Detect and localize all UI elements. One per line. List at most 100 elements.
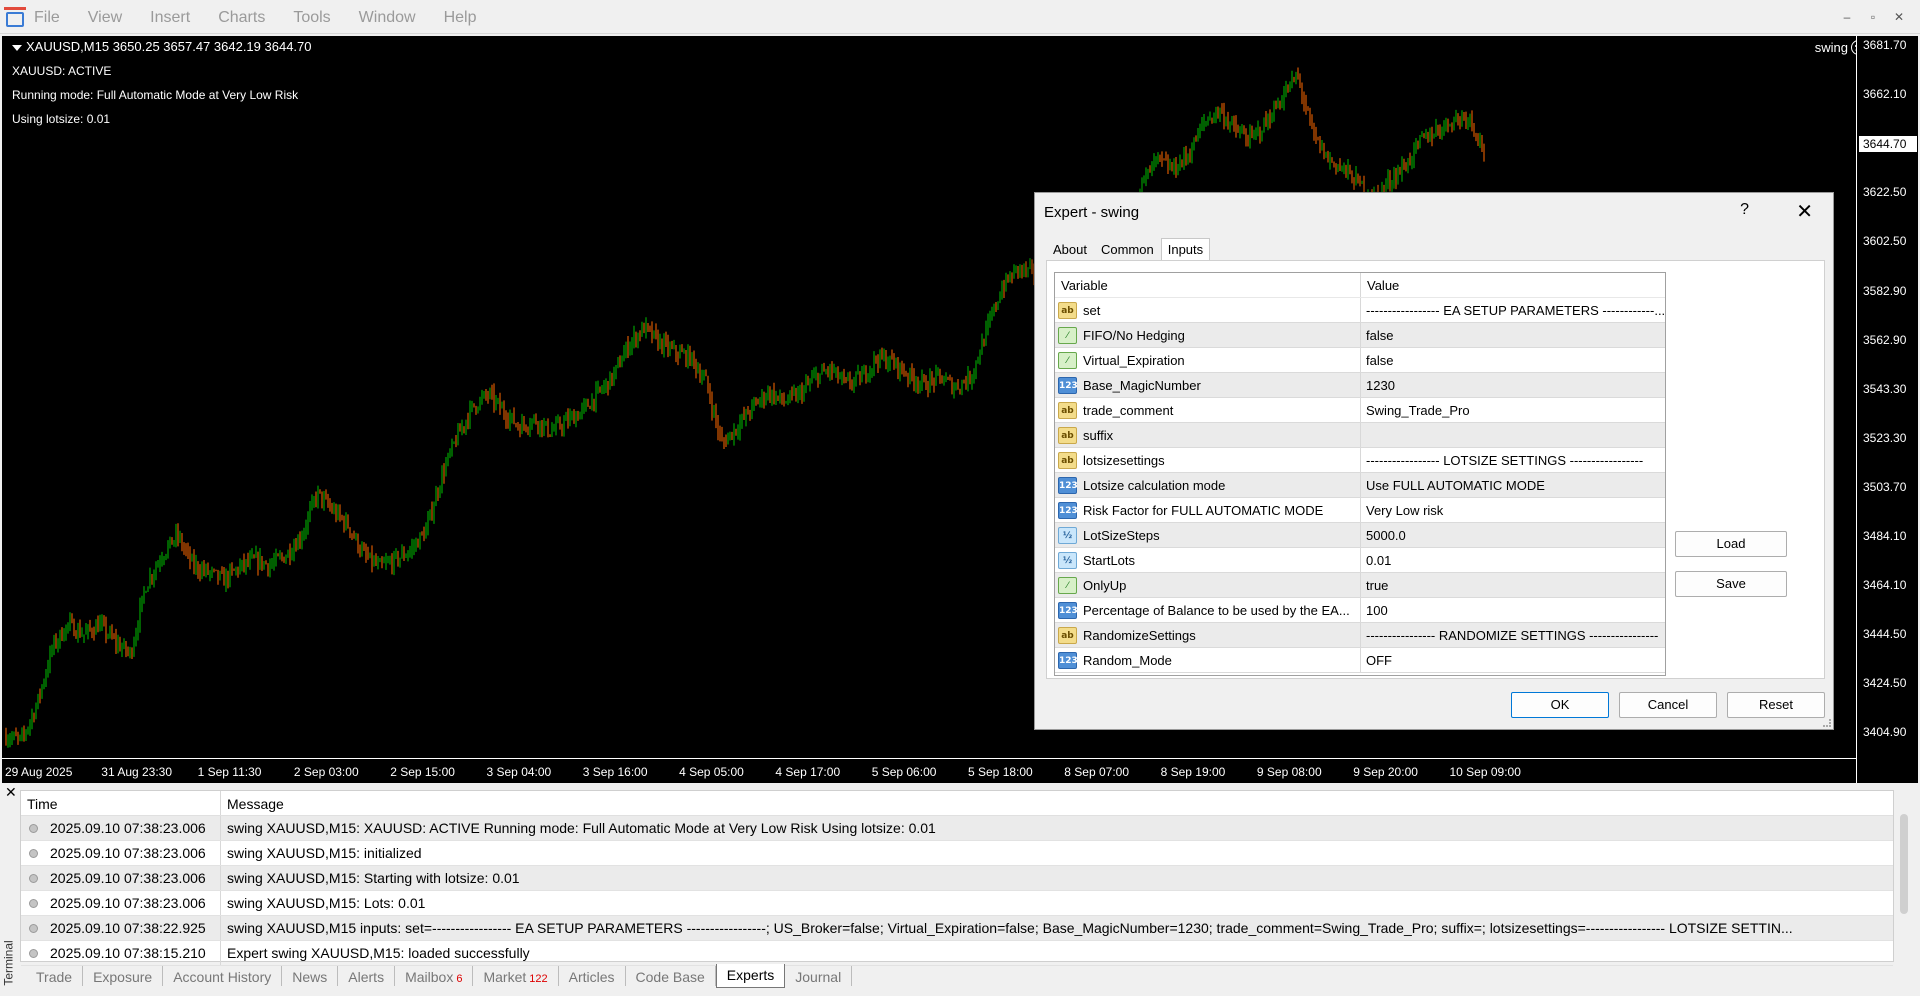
- time-axis[interactable]: 29 Aug 2025 31 Aug 23:30 1 Sep 11:30 2 Sep …: [2, 758, 1856, 783]
- log-time-cell: 2025.09.10 07:38:23.006: [21, 841, 221, 865]
- menu-help[interactable]: Help: [444, 9, 477, 27]
- tab-exposure[interactable]: Exposure: [83, 966, 164, 986]
- log-row[interactable]: 2025.09.10 07:38:15.210 Expert swing XAUU…: [21, 941, 1893, 966]
- caption-dropdown-icon[interactable]: [12, 44, 22, 51]
- input-row[interactable]: ab trade_comment Swing_Trade_Pro: [1055, 398, 1665, 423]
- close-window-icon[interactable]: ✕: [1886, 10, 1912, 24]
- input-value-cell[interactable]: ----------------- EA SETUP PARAMETERS --…: [1361, 298, 1665, 322]
- input-row[interactable]: ⁄ FIFO/No Hedging false: [1055, 323, 1665, 348]
- input-variable-cell[interactable]: 123 Random_Mode: [1055, 648, 1361, 672]
- tab-inputs[interactable]: Inputs: [1160, 238, 1211, 260]
- help-icon[interactable]: ?: [1740, 201, 1749, 219]
- input-value-cell[interactable]: 100: [1361, 598, 1665, 622]
- input-value-cell[interactable]: false: [1361, 348, 1665, 372]
- price-tick-label: 3543.30: [1863, 381, 1907, 396]
- app-logo-icon[interactable]: [4, 7, 26, 27]
- input-row[interactable]: ½ StartLots 0.01: [1055, 548, 1665, 573]
- column-variable[interactable]: Variable: [1055, 273, 1361, 297]
- log-row[interactable]: 2025.09.10 07:38:23.006 swing XAUUSD,M15:…: [21, 891, 1893, 916]
- bool-type-icon: ⁄: [1058, 326, 1077, 344]
- input-row[interactable]: 123 Risk Factor for FULL AUTOMATIC MODE Ve…: [1055, 498, 1665, 523]
- menu-window[interactable]: Window: [359, 9, 416, 27]
- input-row[interactable]: 123 Percentage of Balance to be used by t…: [1055, 598, 1665, 623]
- input-variable-cell[interactable]: ½ LotSizeSteps: [1055, 523, 1361, 547]
- tab-journal[interactable]: Journal: [785, 966, 853, 986]
- input-value-cell[interactable]: OFF: [1361, 648, 1665, 672]
- restore-icon[interactable]: ▫: [1860, 10, 1886, 24]
- input-row[interactable]: 123 Random_Mode OFF: [1055, 648, 1665, 673]
- tab-articles[interactable]: Articles: [559, 966, 626, 986]
- minimize-icon[interactable]: –: [1834, 10, 1860, 24]
- input-value-cell[interactable]: [1361, 423, 1665, 447]
- log-row[interactable]: 2025.09.10 07:38:23.006 swing XAUUSD,M15:…: [21, 866, 1893, 891]
- input-value-cell[interactable]: ----------------- LOTSIZE SETTINGS -----…: [1361, 448, 1665, 472]
- menu-file[interactable]: File: [34, 9, 60, 27]
- menu-view[interactable]: View: [88, 9, 122, 27]
- input-value-cell[interactable]: 5000.0: [1361, 523, 1665, 547]
- log-info-icon: [29, 898, 38, 908]
- input-row[interactable]: 123 Base_MagicNumber 1230: [1055, 373, 1665, 398]
- terminal-close-icon[interactable]: ✕: [5, 784, 17, 801]
- tab-alerts[interactable]: Alerts: [338, 966, 396, 986]
- input-variable-cell[interactable]: ½ StartLots: [1055, 548, 1361, 572]
- menu-charts[interactable]: Charts: [218, 9, 265, 27]
- input-variable-cell[interactable]: ab suffix: [1055, 423, 1361, 447]
- input-value-cell[interactable]: Use FULL AUTOMATIC MODE: [1361, 473, 1665, 497]
- input-row[interactable]: ⁄ OnlyUp true: [1055, 573, 1665, 598]
- load-button[interactable]: Load: [1675, 531, 1787, 557]
- tab-market[interactable]: Market 122: [473, 966, 559, 986]
- close-icon[interactable]: ✕: [1796, 199, 1813, 224]
- input-value-cell[interactable]: Very Low risk: [1361, 498, 1665, 522]
- tab-experts[interactable]: Experts: [715, 964, 786, 988]
- reset-button[interactable]: Reset: [1727, 692, 1825, 718]
- column-time[interactable]: Time: [21, 791, 221, 815]
- input-variable-cell[interactable]: ⁄ Virtual_Expiration: [1055, 348, 1361, 372]
- input-value-cell[interactable]: Swing_Trade_Pro: [1361, 398, 1665, 422]
- resize-grip-icon[interactable]: [1823, 719, 1831, 727]
- input-value-cell[interactable]: false: [1361, 323, 1665, 347]
- input-variable-cell[interactable]: 123 Base_MagicNumber: [1055, 373, 1361, 397]
- save-button[interactable]: Save: [1675, 571, 1787, 597]
- input-row[interactable]: ab set ----------------- EA SETUP PARAMETE…: [1055, 298, 1665, 323]
- input-value-cell[interactable]: 0.01: [1361, 548, 1665, 572]
- scrollbar-thumb[interactable]: [1900, 814, 1908, 914]
- input-row[interactable]: ab suffix: [1055, 423, 1665, 448]
- menu-tools[interactable]: Tools: [293, 9, 330, 27]
- input-row[interactable]: ½ LotSizeSteps 5000.0: [1055, 523, 1665, 548]
- tab-mailbox[interactable]: Mailbox 6: [395, 966, 474, 986]
- input-row[interactable]: ab lotsizesettings ----------------- LOTSI…: [1055, 448, 1665, 473]
- input-variable-cell[interactable]: 123 Risk Factor for FULL AUTOMATIC MODE: [1055, 498, 1361, 522]
- column-value[interactable]: Value: [1361, 273, 1405, 297]
- input-variable-cell[interactable]: 123 Percentage of Balance to be used by t…: [1055, 598, 1361, 622]
- input-row[interactable]: 123 Lotsize calculation mode Use FULL AUTO…: [1055, 473, 1665, 498]
- tab-about[interactable]: About: [1046, 238, 1094, 260]
- log-row[interactable]: 2025.09.10 07:38:23.006 swing XAUUSD,M15:…: [21, 816, 1893, 841]
- input-variable-cell[interactable]: ⁄ FIFO/No Hedging: [1055, 323, 1361, 347]
- tab-code-base[interactable]: Code Base: [626, 966, 716, 986]
- log-scrollbar[interactable]: [1896, 790, 1914, 962]
- time-tick-label: 9 Sep 20:00: [1353, 765, 1418, 779]
- column-message[interactable]: Message: [221, 791, 1893, 815]
- input-variable-cell[interactable]: ab RandomizeSettings: [1055, 623, 1361, 647]
- input-variable-cell[interactable]: ab lotsizesettings: [1055, 448, 1361, 472]
- ea-name-label[interactable]: swing: [1815, 40, 1848, 55]
- tab-common[interactable]: Common: [1094, 238, 1161, 260]
- price-axis[interactable]: 3681.70 3662.10 3622.50 3602.50 3582.90 3562.…: [1856, 36, 1918, 783]
- input-value-cell[interactable]: true: [1361, 573, 1665, 597]
- input-value-cell[interactable]: ---------------- RANDOMIZE SETTINGS ----…: [1361, 623, 1665, 647]
- menu-insert[interactable]: Insert: [150, 9, 190, 27]
- input-variable-cell[interactable]: ab trade_comment: [1055, 398, 1361, 422]
- input-variable-cell[interactable]: 123 Lotsize calculation mode: [1055, 473, 1361, 497]
- input-value-cell[interactable]: 1230: [1361, 373, 1665, 397]
- input-row[interactable]: ⁄ Virtual_Expiration false: [1055, 348, 1665, 373]
- cancel-button[interactable]: Cancel: [1619, 692, 1717, 718]
- log-row[interactable]: 2025.09.10 07:38:22.925 swing XAUUSD,M15 …: [21, 916, 1893, 941]
- tab-trade[interactable]: Trade: [26, 966, 84, 986]
- input-row[interactable]: ab RandomizeSettings ---------------- RAND…: [1055, 623, 1665, 648]
- tab-account-history[interactable]: Account History: [163, 966, 283, 986]
- log-row[interactable]: 2025.09.10 07:38:23.006 swing XAUUSD,M15:…: [21, 841, 1893, 866]
- tab-news[interactable]: News: [282, 966, 339, 986]
- input-variable-cell[interactable]: ab set: [1055, 298, 1361, 322]
- ok-button[interactable]: OK: [1511, 692, 1609, 718]
- input-variable-cell[interactable]: ⁄ OnlyUp: [1055, 573, 1361, 597]
